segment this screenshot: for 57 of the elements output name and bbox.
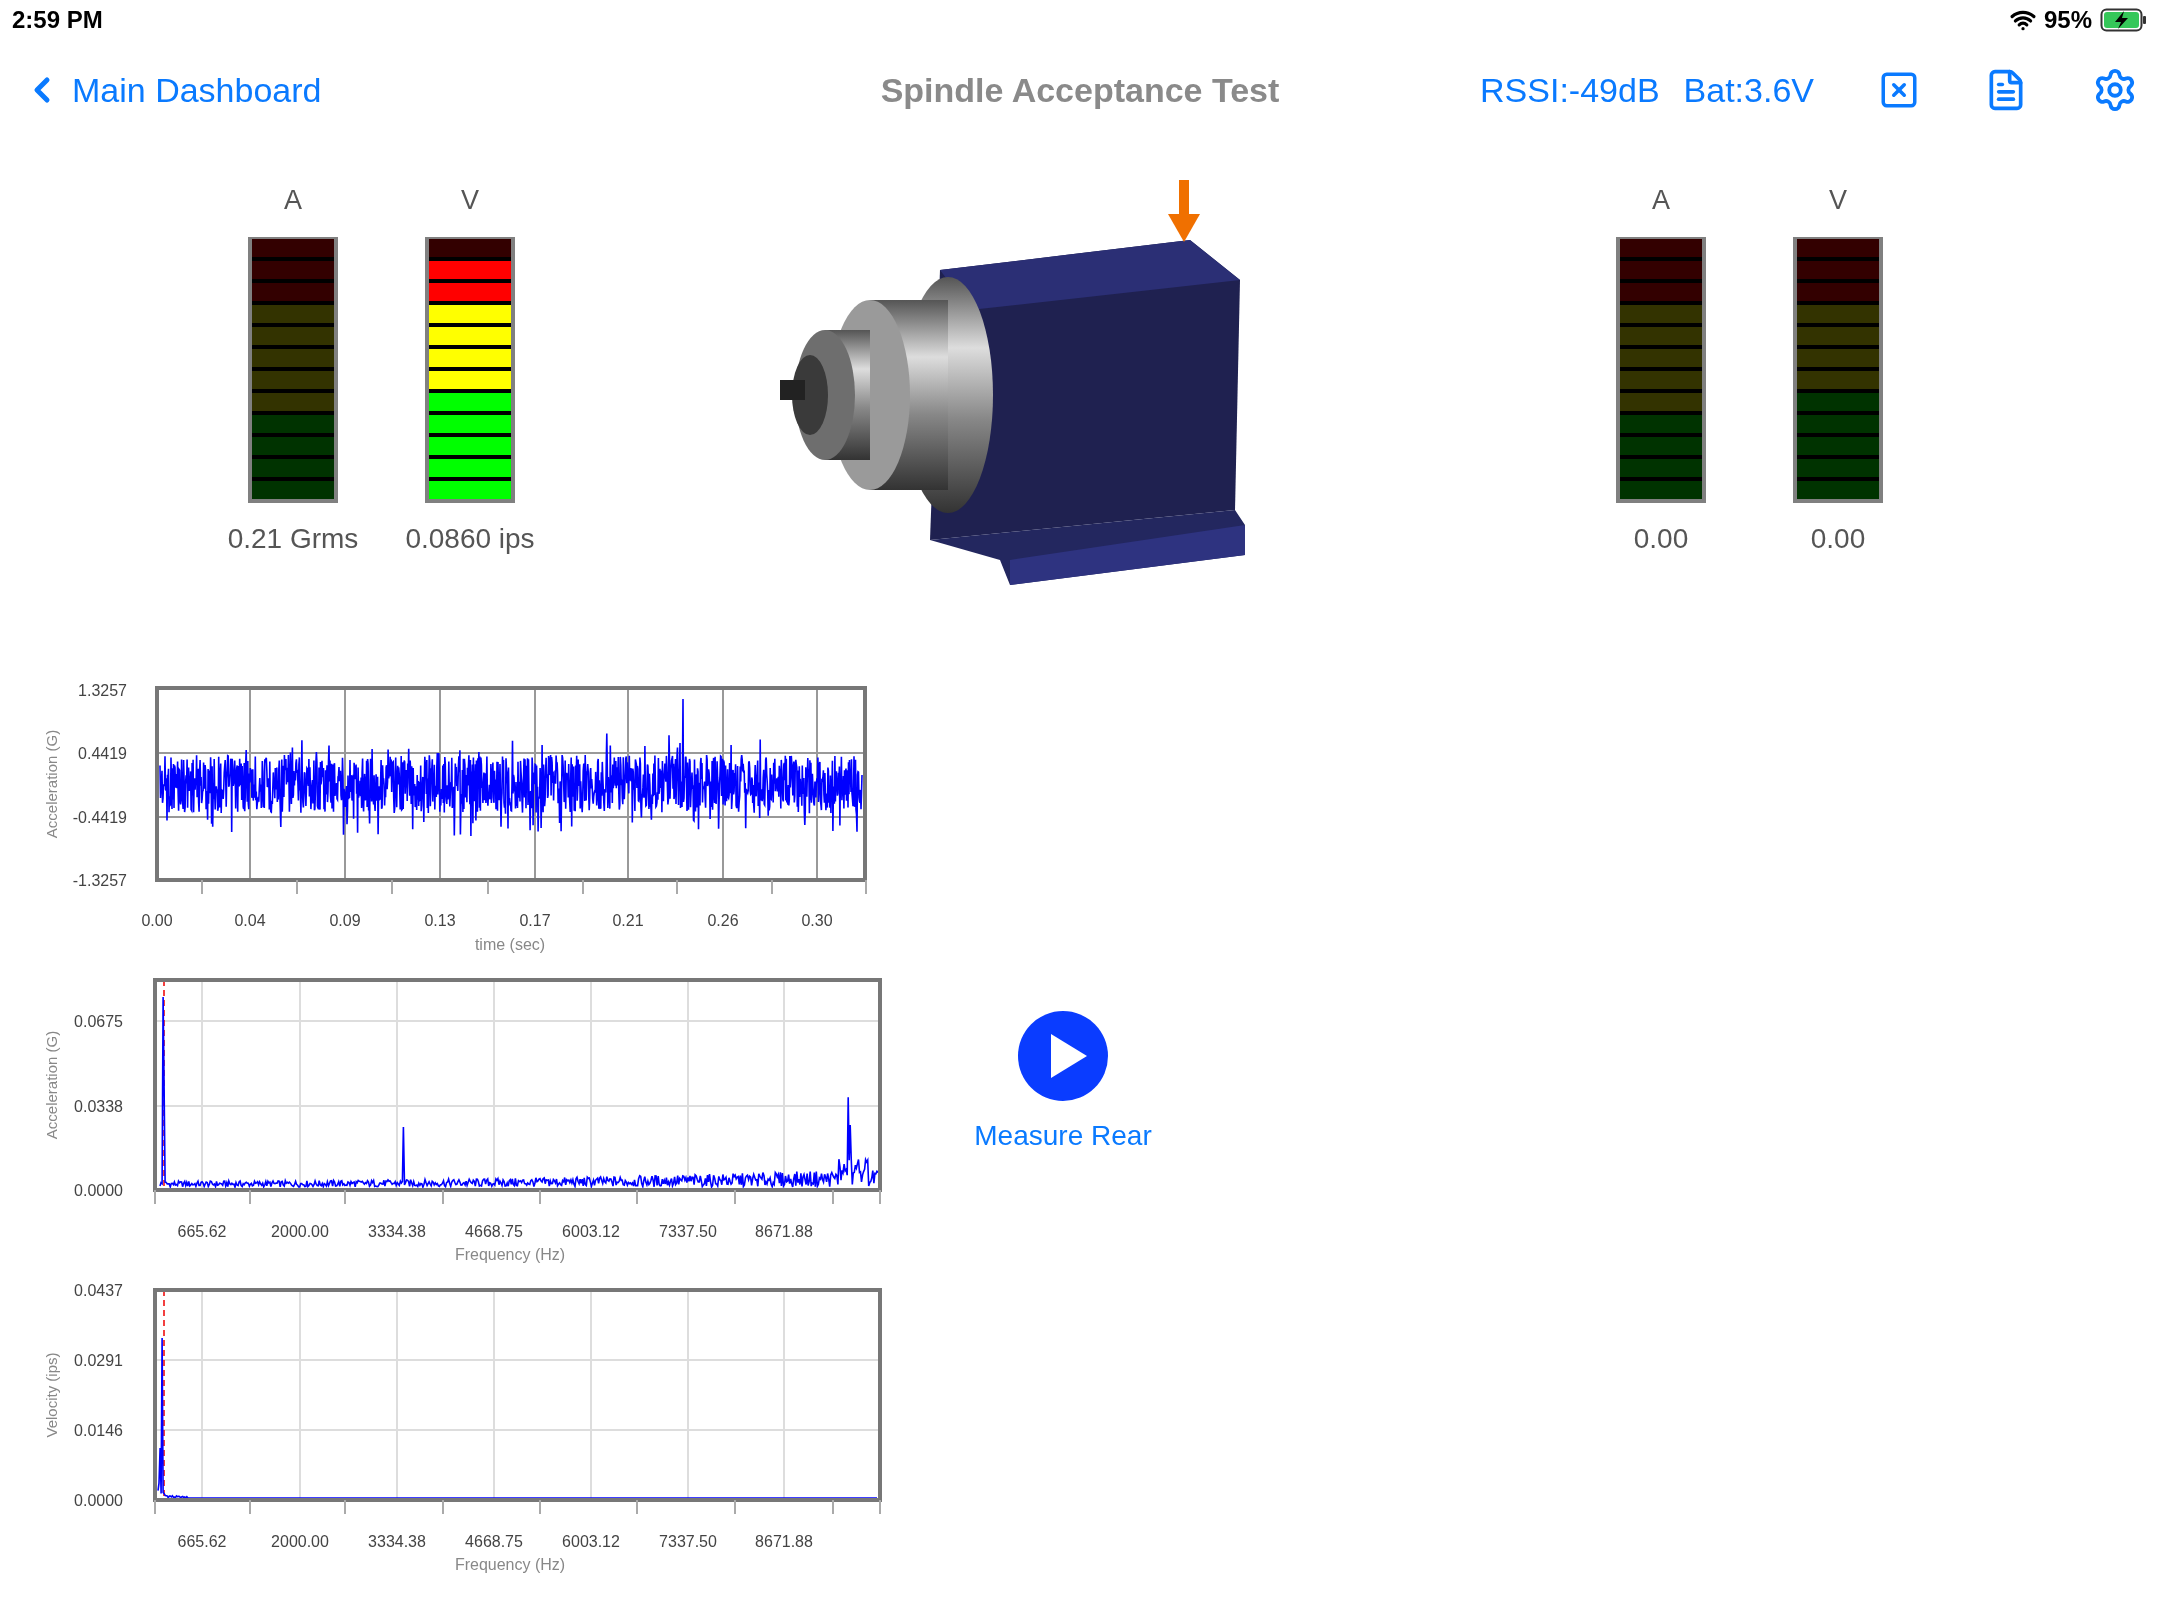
x-tick-label: 3334.38 — [368, 1533, 426, 1550]
meter-label: V — [461, 185, 479, 217]
y-tick-label: 0.0437 — [74, 1282, 123, 1299]
x-tick-label: 0.00 — [141, 912, 173, 929]
screen-title: Spindle Acceptance Test — [880, 70, 1280, 110]
x-tick-label: 4668.75 — [465, 1223, 523, 1240]
meter-label: V — [1829, 185, 1847, 217]
y-tick-label: 0.0000 — [74, 1492, 123, 1509]
x-tick-label: 0.21 — [612, 912, 644, 929]
battery-voltage: Bat:3.6V — [1683, 70, 1814, 110]
y-tick-label: 1.3257 — [78, 682, 127, 699]
play-button[interactable] — [1017, 1010, 1109, 1102]
x-tick-label: 665.62 — [177, 1223, 227, 1240]
y-tick-label: 0.4419 — [78, 745, 127, 762]
y-tick-label: 0.0146 — [74, 1422, 123, 1439]
x-tick-label: 8671.88 — [755, 1223, 813, 1240]
y-tick-label: -0.4419 — [72, 809, 127, 826]
back-link[interactable]: Main Dashboard — [22, 70, 322, 110]
arrow-icon — [1168, 180, 1200, 242]
y-tick-label: 0.0338 — [74, 1098, 123, 1115]
meter-label: A — [1652, 185, 1670, 217]
y-axis-title: Acceleration (G) — [43, 729, 60, 839]
x-tick-label: 6003.12 — [562, 1223, 620, 1240]
meter-reading: 0.00 — [1633, 523, 1689, 555]
x-tick-label: 8671.88 — [755, 1533, 813, 1550]
x-axis-title: Frequency (Hz) — [454, 1246, 566, 1263]
status-time: 2:59 PM — [12, 6, 103, 34]
x-tick-label: 0.04 — [234, 912, 266, 929]
x-axis-title: time (sec) — [474, 936, 546, 953]
x-tick-label: 3334.38 — [368, 1223, 426, 1240]
x-tick-label: 2000.00 — [271, 1533, 329, 1550]
x-tick-label: 0.30 — [801, 912, 833, 929]
x-tick-label: 7337.50 — [659, 1533, 717, 1550]
meter-reading: 0.00 — [1810, 523, 1866, 555]
x-tick-label: 0.13 — [424, 912, 456, 929]
y-tick-label: 0.0675 — [74, 1013, 123, 1030]
x-tick-label: 665.62 — [177, 1533, 227, 1550]
x-tick-label: 6003.12 — [562, 1533, 620, 1550]
y-tick-label: 0.0000 — [74, 1182, 123, 1199]
y-axis-title: Acceleration (G) — [43, 1030, 60, 1140]
meter-reading: 0.0860 ips — [405, 523, 535, 555]
meter-label: A — [284, 185, 302, 217]
x-tick-label: 4668.75 — [465, 1533, 523, 1550]
x-tick-label: 0.17 — [519, 912, 551, 929]
x-tick-label: 0.09 — [329, 912, 361, 929]
x-tick-label: 0.26 — [707, 912, 739, 929]
x-tick-label: 7337.50 — [659, 1223, 717, 1240]
y-tick-label: -1.3257 — [72, 872, 127, 889]
x-tick-label: 2000.00 — [271, 1223, 329, 1240]
y-axis-title: Velocity (ips) — [43, 1352, 60, 1438]
x-axis-title: Frequency (Hz) — [454, 1556, 566, 1573]
meter-reading: 0.21 Grms — [227, 523, 359, 555]
y-tick-label: 0.0291 — [74, 1352, 123, 1369]
measure-rear-link[interactable]: Measure Rear — [974, 1120, 1152, 1152]
rssi-reading: RSSI:-49dB — [1480, 70, 1660, 110]
battery-percent: 95% — [2043, 6, 2092, 34]
battery-icon — [2100, 8, 2148, 32]
